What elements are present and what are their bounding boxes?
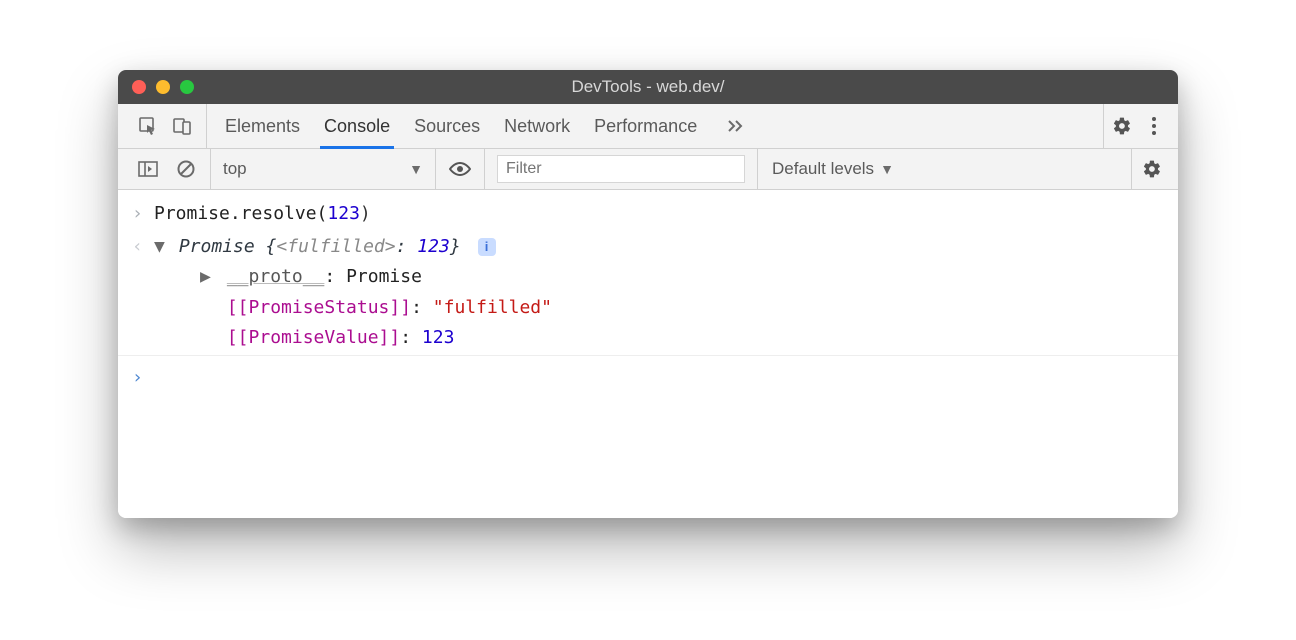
settings-icon[interactable] [1108,112,1136,140]
console-settings-icon[interactable] [1138,155,1166,183]
device-toolbar-icon[interactable] [168,112,196,140]
console-toolbar: top ▼ Default levels ▼ [118,149,1178,190]
kebab-menu-icon[interactable] [1140,112,1168,140]
input-code[interactable]: Promise.resolve(123) [154,199,1164,230]
filter-input[interactable] [497,155,745,183]
levels-label: Default levels [772,159,874,179]
main-tabstrip: Elements Console Sources Network Perform… [118,104,1178,149]
tab-performance[interactable]: Performance [594,104,697,148]
chevron-down-icon: ▼ [880,161,894,177]
console-sidebar-toggle-icon[interactable] [134,155,162,183]
window-title: DevTools - web.dev/ [118,77,1178,97]
output-chevron-icon: ‹ [132,232,154,263]
inspect-element-icon[interactable] [134,112,162,140]
prompt-chevron-icon: › [132,363,154,394]
close-window-button[interactable] [132,80,146,94]
window-titlebar: DevTools - web.dev/ [118,70,1178,104]
traffic-lights [132,80,194,94]
object-property-promise-value: [[PromiseValue]]: 123 [154,323,1164,354]
tab-console[interactable]: Console [324,104,390,148]
log-levels-selector[interactable]: Default levels ▼ [758,159,908,179]
minimize-window-button[interactable] [156,80,170,94]
tab-network[interactable]: Network [504,104,570,148]
expand-toggle-icon[interactable]: ▶ [200,262,216,293]
info-badge-icon[interactable]: i [478,238,496,256]
execution-context-selector[interactable]: top ▼ [211,149,436,189]
object-summary[interactable]: ▼ Promise {<fulfilled>: 123} i [154,232,1164,263]
panel-tabs: Elements Console Sources Network Perform… [215,104,763,148]
zoom-window-button[interactable] [180,80,194,94]
live-expression-icon[interactable] [446,155,474,183]
input-chevron-icon: › [132,199,154,230]
clear-console-icon[interactable] [172,155,200,183]
console-entry-input: › Promise.resolve(123) [118,198,1178,231]
devtools-window: DevTools - web.dev/ Elements Console Sou… [118,70,1178,518]
tab-sources[interactable]: Sources [414,104,480,148]
context-label: top [223,159,247,179]
object-property-promise-status: [[PromiseStatus]]: "fulfilled" [154,293,1164,324]
console-prompt[interactable]: › [118,362,1178,395]
tab-elements[interactable]: Elements [225,104,300,148]
console-entry-result: ‹ ▼ Promise {<fulfilled>: 123} i ▶ __pro… [118,231,1178,356]
console-output: › Promise.resolve(123) ‹ ▼ Promise {<ful… [118,190,1178,518]
expand-toggle-icon[interactable]: ▼ [154,232,168,263]
prompt-input[interactable] [154,363,1164,394]
object-property-proto[interactable]: ▶ __proto__: Promise [154,262,1164,293]
chevron-down-icon: ▼ [409,161,423,177]
more-tabs-button[interactable] [721,104,753,148]
